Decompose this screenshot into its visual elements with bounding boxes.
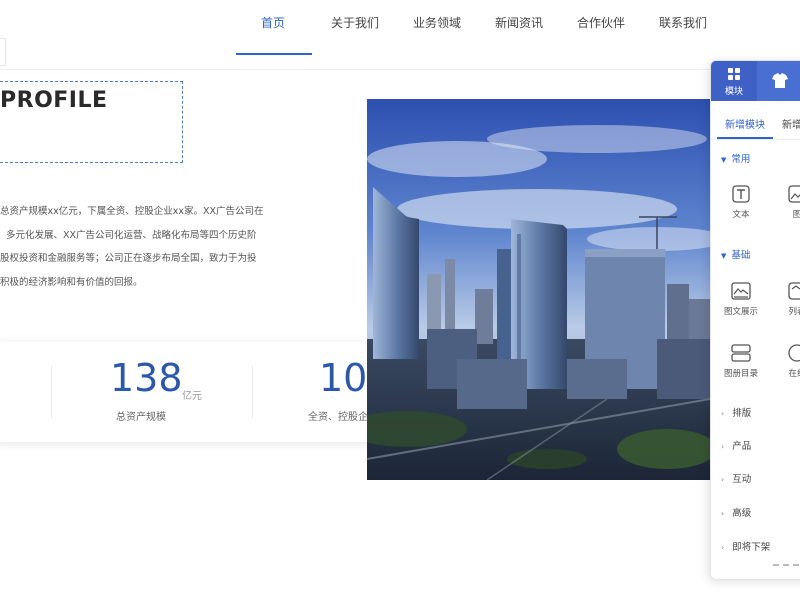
stats-divider [252,366,253,418]
image-text-icon [731,282,751,300]
online-icon [788,344,800,362]
category-label: 互动 [732,474,752,485]
module-online[interactable]: 在线 [777,344,800,379]
tab-modules[interactable]: 模块 [711,61,757,101]
category-advanced[interactable]: › 高级 [721,505,751,519]
module-album-catalog[interactable]: 图册目录 [721,344,761,379]
city-skyline-image [367,99,710,480]
chevron-right-icon: › [721,475,725,484]
left-edge-tab[interactable] [0,38,6,66]
category-label: 产品 [732,441,752,452]
category-layout[interactable]: › 排版 [721,405,751,419]
section-common[interactable]: ▼ 常用 [721,151,750,165]
intro-line: 股权投资和金融服务等；公司正在逐步布局全国，致力于为投 [0,253,257,264]
stat-number-companies: 10 [319,356,368,400]
module-list-label: 列表 [788,307,800,317]
album-catalog-icon [731,344,751,362]
section-common-title: 常用 [731,154,751,165]
module-image[interactable]: 图 [777,185,800,220]
panel-tab-bar: 模块 [711,61,800,101]
top-nav: 首页 关于我们 业务领域 新闻资讯 合作伙伴 联系我们 [0,0,800,70]
tab-modules-label: 模块 [724,87,743,97]
chevron-right-icon: › [721,543,725,552]
nav-partners[interactable]: 合作伙伴 [577,14,625,31]
category-label: 高级 [732,508,752,519]
stat-label-assets: 总资产规模 [116,412,166,423]
stat-unit-assets: 亿元 [182,391,202,402]
nav-contact[interactable]: 联系我们 [659,14,707,31]
subtab-divider [711,139,800,140]
category-deprecated[interactable]: › 即将下架 [721,539,770,553]
module-text[interactable]: 文本 [721,185,761,220]
nav-business[interactable]: 业务领域 [413,14,461,31]
category-label: 排版 [732,408,752,419]
nav-news[interactable]: 新闻资讯 [495,14,543,31]
intro-line: 总资产规模xx亿元，下属全资、控股企业xx家。XX广告公司在 [0,206,264,217]
nav-active-indicator [236,53,312,55]
module-album-catalog-label: 图册目录 [723,369,758,379]
nav-about[interactable]: 关于我们 [331,14,379,31]
nav-home[interactable]: 首页 [261,14,285,31]
chevron-right-icon: › [721,409,725,418]
module-image-text-label: 图文展示 [723,307,758,317]
image-icon [788,185,800,203]
shirt-icon [772,73,788,88]
text-icon [732,185,750,203]
stats-divider [51,366,52,418]
intro-line: 多元化发展、XX广告公司化运营、战略化布局等四个历史阶 [6,229,257,241]
grid-icon [728,68,740,80]
section-basic[interactable]: ▼ 基础 [721,247,750,261]
stat-number-assets: 138 [110,356,183,400]
module-text-label: 文本 [732,210,750,220]
section-basic-title: 基础 [731,250,751,261]
caret-down-icon: ▼ [721,252,727,260]
list-icon [788,282,800,300]
module-online-label: 在线 [788,369,800,379]
company-intro: 总资产规模xx亿元，下属全资、控股企业xx家。XX广告公司在 多元化发展、XX广… [0,200,300,294]
intro-line: 积极的经济影响和有价值的回报。 [0,276,143,288]
category-interaction[interactable]: › 互动 [721,471,751,485]
module-image-text[interactable]: 图文展示 [721,282,761,317]
subtab-new-module[interactable]: 新增模块 [725,116,765,131]
subtab-new[interactable]: 新增 [782,116,800,131]
caret-down-icon: ▼ [721,156,727,164]
chevron-right-icon: › [721,509,725,518]
chevron-right-icon: › [721,442,725,451]
panel-resize-handle[interactable] [773,564,799,566]
category-label: 即将下架 [732,542,771,553]
tab-theme[interactable] [757,61,800,101]
module-panel: 模块 新增模块 新增 ▼ 常用 文本 图 ▼ 基础 [710,60,800,580]
profile-title: PROFILE [0,88,108,113]
category-product[interactable]: › 产品 [721,438,751,452]
module-list[interactable]: 列表 [777,282,800,317]
module-image-label: 图 [777,208,800,220]
